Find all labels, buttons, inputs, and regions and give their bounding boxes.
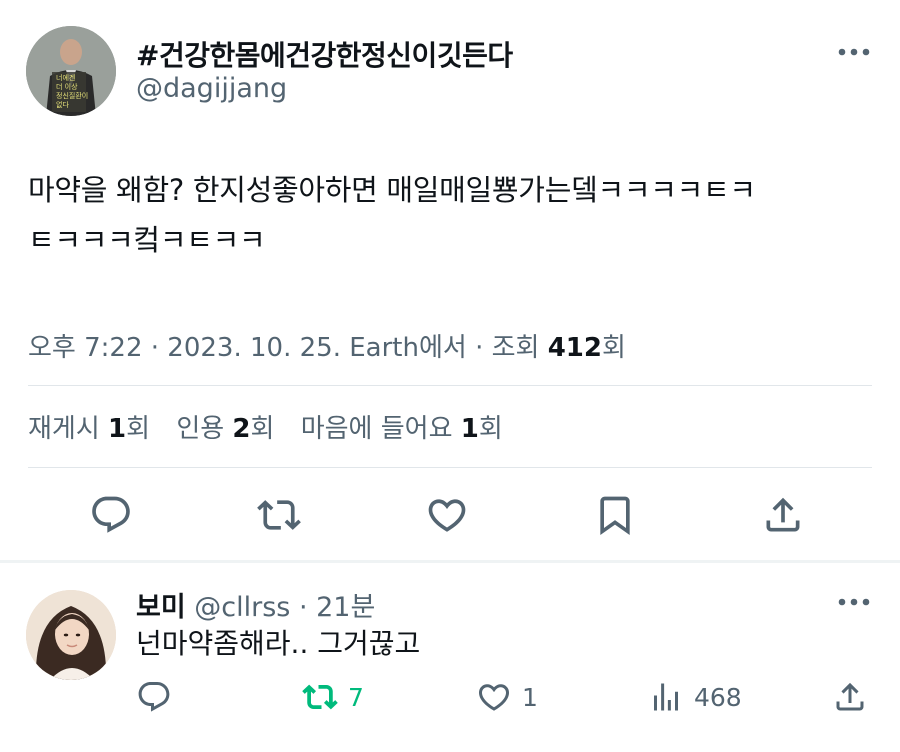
meta-separator: · xyxy=(150,333,168,363)
reply-author-handle[interactable]: @cllrss xyxy=(194,592,290,623)
tweet-source: Earth에서 xyxy=(349,333,467,363)
reply-icon xyxy=(138,682,170,712)
reply-icon xyxy=(92,496,130,533)
reply-author-avatar[interactable] xyxy=(26,590,116,680)
section-divider xyxy=(0,560,900,563)
author-name[interactable]: #건강한몸에건강한정신이깃든다 xyxy=(136,34,513,74)
bookmark-icon xyxy=(600,496,630,536)
retweet-icon xyxy=(257,500,301,530)
share-icon xyxy=(836,682,864,711)
tweet-date[interactable]: 2023. 10. 25. xyxy=(167,333,341,363)
analytics-icon xyxy=(654,683,678,711)
reply-time[interactable]: 21분 xyxy=(316,592,375,623)
likes-stat[interactable]: 마음에 들어요 1회 xyxy=(301,414,503,444)
reply-views-button[interactable]: 468 xyxy=(648,677,742,717)
avatar-image xyxy=(26,590,116,680)
reply-author-name[interactable]: 보미 xyxy=(136,592,186,623)
reply-view-count: 468 xyxy=(694,682,742,712)
reply-share-button[interactable] xyxy=(832,677,878,717)
tweet-text: 마약을 왜함? 한지성좋아하면 매일매일뿅가는뎈ㅋㅋㅋㅋㅌㅋ ㅌㅋㅋㅋ컼ㅋㅌㅋㅋ xyxy=(28,165,868,265)
share-icon xyxy=(766,497,800,532)
retweets-stat[interactable]: 재게시 1회 xyxy=(28,414,150,444)
avatar-caption: 너에겐 더 이상 정신질환이 없다 xyxy=(56,74,89,109)
reply-like-button[interactable]: 1 xyxy=(476,677,538,717)
tweet-text-line: ㅌㅋㅋㅋ컼ㅋㅌㅋㅋ xyxy=(28,223,266,257)
reply-retweet-count: 7 xyxy=(348,682,364,712)
more-options-icon[interactable] xyxy=(834,42,874,62)
reply-button[interactable] xyxy=(86,490,136,540)
retweet-icon xyxy=(302,684,338,710)
views-count: 412 xyxy=(547,333,602,363)
meta-separator: · xyxy=(475,333,492,363)
reply-reply-button[interactable] xyxy=(136,677,182,717)
tweet-stats: 재게시 1회 인용 2회 마음에 들어요 1회 xyxy=(28,408,503,445)
reply-retweet-button[interactable]: 7 xyxy=(302,677,364,717)
divider xyxy=(28,385,872,386)
bookmark-button[interactable] xyxy=(590,490,640,540)
retweet-button[interactable] xyxy=(254,490,304,540)
author-handle[interactable]: @dagijjang xyxy=(136,73,287,104)
more-options-icon[interactable] xyxy=(834,592,874,612)
views-suffix: 회 xyxy=(602,333,626,363)
meta-separator: · xyxy=(290,592,317,623)
heart-icon xyxy=(428,499,466,532)
reply-like-count: 1 xyxy=(522,682,538,712)
tweet-meta: 오후 7:22 · 2023. 10. 25. Earth에서 · 조회 412… xyxy=(28,327,626,364)
tweet-time[interactable]: 오후 7:22 xyxy=(28,333,143,363)
like-button[interactable] xyxy=(422,490,472,540)
tweet-text-line: 마약을 왜함? 한지성좋아하면 매일매일뿅가는뎈ㅋㅋㅋㅋㅌㅋ xyxy=(28,173,756,207)
views-label: 조회 xyxy=(491,333,540,363)
reply-header: 보미 @cllrss · 21분 xyxy=(136,585,375,624)
quotes-stat[interactable]: 인용 2회 xyxy=(176,414,274,444)
divider xyxy=(28,467,872,468)
reply-text: 넌마약좀해라.. 그거끊고 xyxy=(136,627,421,660)
author-avatar[interactable]: 너에겐 더 이상 정신질환이 없다 xyxy=(26,26,116,116)
heart-icon xyxy=(478,684,510,711)
share-button[interactable] xyxy=(758,490,808,540)
